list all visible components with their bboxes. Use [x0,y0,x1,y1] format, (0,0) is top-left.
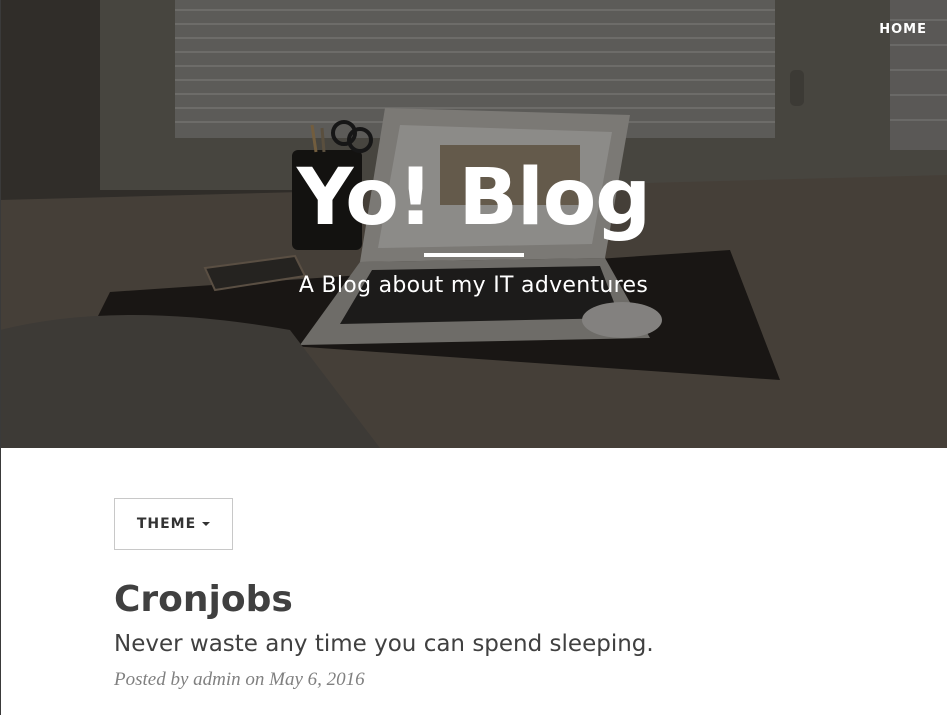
hero-header: HOME Yo! Blog A Blog about my IT adventu… [0,0,947,448]
nav-home-link[interactable]: HOME [879,22,927,37]
post-subtitle: Never waste any time you can spend sleep… [114,631,654,657]
theme-dropdown-button[interactable]: THEME [114,498,233,550]
post-title-link[interactable]: Cronjobs [114,576,293,624]
site-subtitle: A Blog about my IT adventures [298,273,649,298]
post-meta-on: on [245,669,265,690]
page-left-border [0,0,1,715]
post-meta-prefix: Posted by [114,669,189,690]
theme-dropdown-label: THEME [136,516,197,532]
post-date: May 6, 2016 [269,669,365,690]
post-meta: Posted by admin on May 6, 2016 [114,667,365,693]
caret-down-icon [202,522,211,526]
site-title: Yo! Blog [296,153,651,243]
post-author-link[interactable]: admin [193,669,241,690]
title-divider [424,253,524,257]
